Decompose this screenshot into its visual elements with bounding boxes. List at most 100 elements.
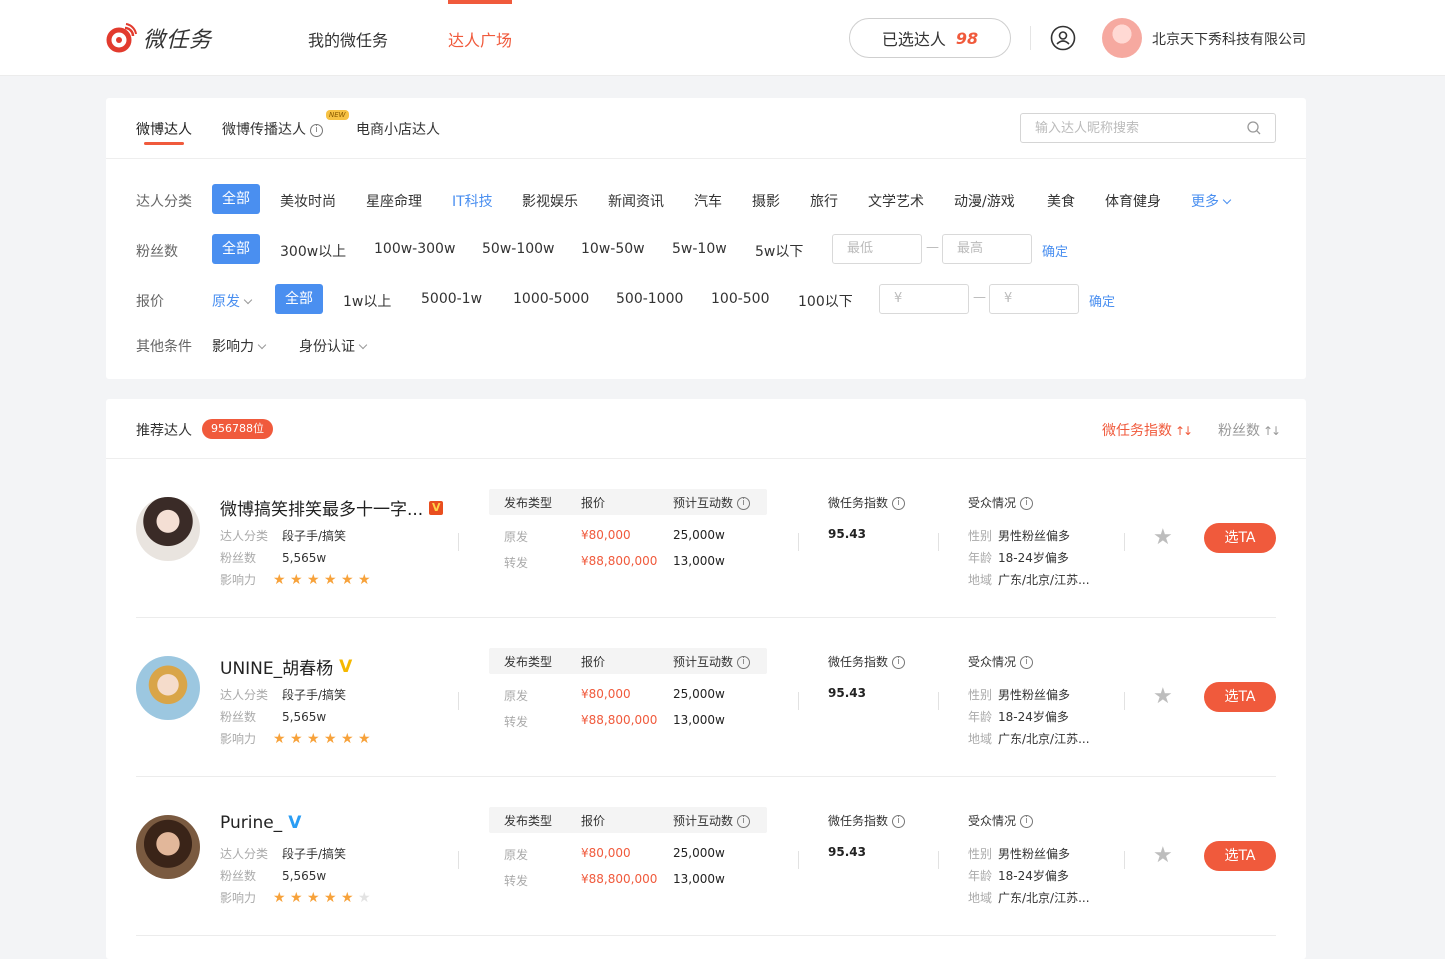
aud-value: 18-24岁偏多 <box>998 710 1069 724</box>
favorite-star-icon[interactable]: ★ <box>1153 686 1173 708</box>
tab-ecommerce-talent[interactable]: 电商小店达人 <box>356 119 440 139</box>
verification-select[interactable]: 身份认证 <box>299 336 368 356</box>
price-col-type: 发布类型 <box>504 496 553 510</box>
influence-select[interactable]: 影响力 <box>212 336 267 356</box>
aud-label: 性别 <box>968 529 993 543</box>
top-bar: 微任务 我的微任务 达人广场 已选达人 98 北京天下秀科技有限公司 <box>0 0 1445 76</box>
repost-price: ¥88,800,000 <box>581 713 658 727</box>
audience-age: 年龄 18-24岁偏多 <box>968 867 1069 884</box>
price-option[interactable]: 5000-1w <box>421 291 482 307</box>
aud-value: 广东/北京/江苏... <box>998 573 1090 587</box>
category-option[interactable]: 体育健身 <box>1105 191 1161 211</box>
category-option[interactable]: 旅行 <box>810 191 838 211</box>
fans-option[interactable]: 全部 <box>212 234 260 264</box>
nav-my-tasks[interactable]: 我的微任务 <box>308 27 388 51</box>
audience-header: 受众情况 i <box>968 494 1034 511</box>
price-type-select[interactable]: 原发 <box>212 291 253 311</box>
price-col-interact: 预计互动数 i <box>673 812 751 829</box>
category-option[interactable]: 影视娱乐 <box>522 191 578 211</box>
sort-by-index-button[interactable]: 微任务指数 ↑↓ <box>1102 420 1193 440</box>
nav-talent-square[interactable]: 达人广场 <box>448 27 512 51</box>
tab-weibo-talent[interactable]: 微博达人 <box>136 119 192 139</box>
price-min-input[interactable]: ¥ <box>879 284 969 314</box>
column-divider <box>458 692 459 710</box>
search-input[interactable] <box>1020 113 1276 143</box>
tab-weibo-spread-talent[interactable]: 微博传播达人 i <box>222 119 323 139</box>
search-icon[interactable] <box>1246 120 1262 136</box>
sort-by-fans-button[interactable]: 粉丝数 ↑↓ <box>1218 420 1281 440</box>
fans-min-input[interactable]: 最低 <box>832 234 922 264</box>
info-icon[interactable]: i <box>737 815 751 828</box>
interact-label: 预计互动数 <box>673 496 734 510</box>
price-option[interactable]: 500-1000 <box>616 291 683 307</box>
fans-option[interactable]: 5w以下 <box>755 241 803 261</box>
task-index-value: 95.43 <box>828 527 866 541</box>
info-icon[interactable]: i <box>737 656 751 669</box>
info-icon[interactable]: i <box>1020 497 1034 510</box>
category-option[interactable]: 星座命理 <box>366 191 422 211</box>
price-option[interactable]: 100-500 <box>711 291 770 307</box>
info-icon[interactable]: i <box>892 497 906 510</box>
user-center-icon[interactable] <box>1050 25 1076 51</box>
price-max-input[interactable]: ¥ <box>989 284 1079 314</box>
category-option[interactable]: 全部 <box>212 184 260 214</box>
influence-stars: ★ ★ ★ ★ ★ ★ <box>273 732 372 746</box>
fans-max-input[interactable]: 最高 <box>942 234 1032 264</box>
price-option[interactable]: 1w以上 <box>343 291 391 311</box>
fans-option[interactable]: 300w以上 <box>280 241 346 261</box>
category-option[interactable]: 动漫/游戏 <box>954 191 1015 211</box>
category-option[interactable]: 汽车 <box>694 191 722 211</box>
aud-label: 性别 <box>968 688 993 702</box>
talent-name[interactable]: 微博搞笑排笑最多十一字... V <box>220 495 444 520</box>
price-option[interactable]: 1000-5000 <box>513 291 589 307</box>
favorite-star-icon[interactable]: ★ <box>1153 845 1173 867</box>
category-option[interactable]: 摄影 <box>752 191 780 211</box>
info-icon[interactable]: i <box>1020 815 1034 828</box>
select-talent-button[interactable]: 选TA <box>1204 682 1276 712</box>
range-dash: — <box>926 240 939 255</box>
repost-price: ¥88,800,000 <box>581 554 658 568</box>
favorite-star-icon[interactable]: ★ <box>1153 527 1173 549</box>
info-icon[interactable]: i <box>310 123 323 137</box>
tab-weibo-spread-label: 微博传播达人 <box>222 122 306 138</box>
select-talent-button[interactable]: 选TA <box>1204 841 1276 871</box>
price-option[interactable]: 全部 <box>275 284 323 314</box>
info-icon[interactable]: i <box>1020 656 1034 669</box>
talent-avatar[interactable] <box>136 815 200 879</box>
info-icon[interactable]: i <box>737 497 751 510</box>
talent-name[interactable]: UNINE_胡春杨 V <box>220 654 352 680</box>
fans-option[interactable]: 10w-50w <box>581 241 645 257</box>
star-icon: ★ <box>324 572 337 588</box>
category-option[interactable]: 美食 <box>1047 191 1075 211</box>
talent-name[interactable]: Purine_ V <box>220 813 301 833</box>
category-option[interactable]: 美妆时尚 <box>280 191 336 211</box>
talent-avatar[interactable] <box>136 656 200 720</box>
fans-option[interactable]: 100w-300w <box>374 241 455 257</box>
aud-label: 性别 <box>968 847 993 861</box>
original-post-label: 原发 <box>504 530 529 544</box>
category-option[interactable]: 新闻资讯 <box>608 191 664 211</box>
aud-label: 地域 <box>968 732 993 746</box>
account-avatar[interactable] <box>1102 18 1142 58</box>
price-option[interactable]: 100以下 <box>798 291 853 311</box>
info-icon[interactable]: i <box>892 815 906 828</box>
price-confirm-button[interactable]: 确定 <box>1089 291 1115 310</box>
select-talent-button[interactable]: 选TA <box>1204 523 1276 553</box>
talent-list-card: 推荐达人 956788位 微任务指数 ↑↓ 粉丝数 ↑↓ 微博搞笑排笑最多十一字..… <box>106 399 1306 959</box>
more-categories-button[interactable]: 更多 <box>1191 191 1232 211</box>
category-option[interactable]: 文学艺术 <box>868 191 924 211</box>
fans-option[interactable]: 50w-100w <box>482 241 555 257</box>
company-name[interactable]: 北京天下秀科技有限公司 <box>1152 29 1312 49</box>
price-col-price: 报价 <box>581 496 606 510</box>
fans-confirm-button[interactable]: 确定 <box>1042 241 1068 260</box>
talent-avatar[interactable] <box>136 497 200 561</box>
category-option[interactable]: IT科技 <box>452 191 493 211</box>
talent-row: Purine_ V 达人分类 段子手/搞笑 粉丝数 5,565w 影响力 ★ ★ ★ ★ ★ ★… <box>136 777 1276 936</box>
original-price: ¥80,000 <box>581 528 631 542</box>
audience-gender: 性别 男性粉丝偏多 <box>968 686 1070 703</box>
info-icon[interactable]: i <box>892 656 906 669</box>
selected-talents-button[interactable]: 已选达人 98 <box>849 18 1011 58</box>
fans-option[interactable]: 5w-10w <box>672 241 727 257</box>
talent-name-text: 微博搞笑排笑最多十一字... <box>220 500 424 520</box>
brand-logo[interactable]: 微任务 <box>105 22 212 54</box>
